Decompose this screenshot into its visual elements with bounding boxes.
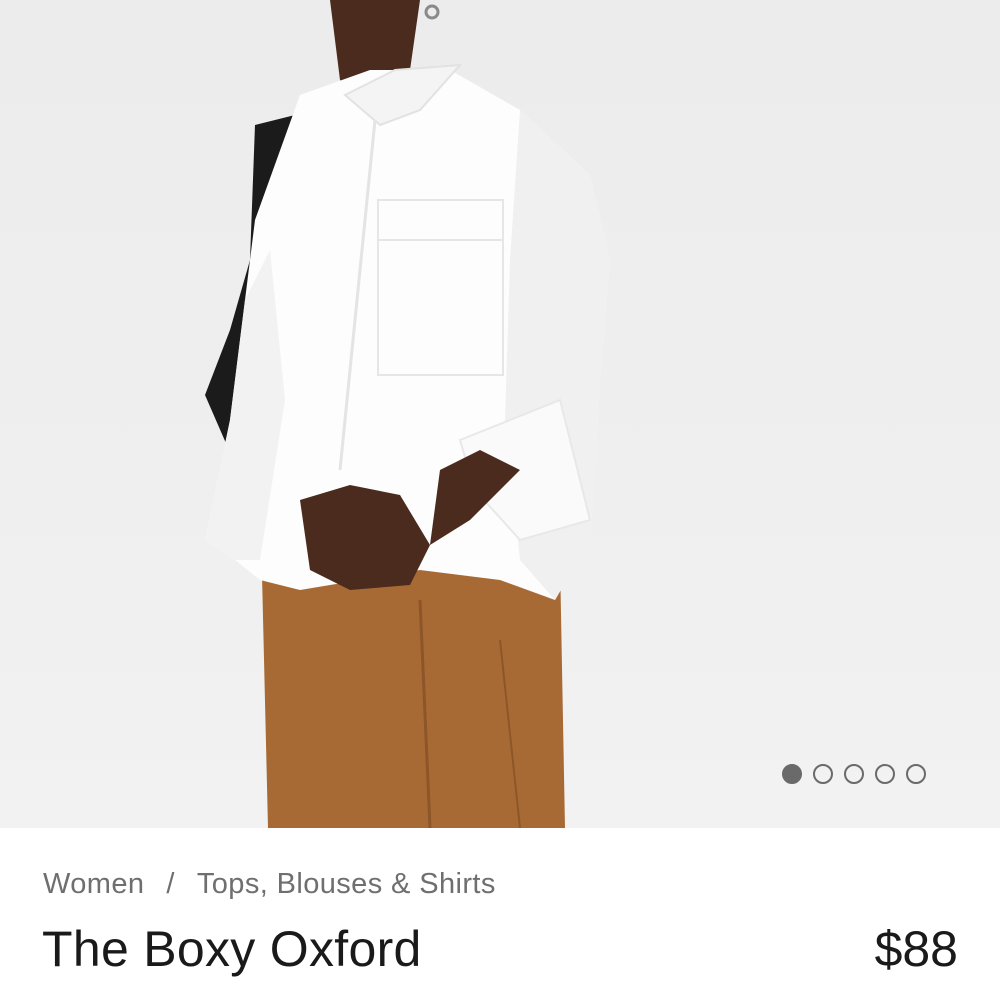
carousel-dot-3[interactable] xyxy=(844,764,864,784)
product-info: Women / Tops, Blouses & Shirts The Boxy Ox… xyxy=(0,828,1000,1000)
breadcrumb-separator: / xyxy=(166,868,175,900)
product-price: $88 xyxy=(874,921,958,977)
breadcrumb-tops-link[interactable]: Tops, Blouses & Shirts xyxy=(197,868,496,900)
carousel-dot-1[interactable] xyxy=(782,764,802,784)
carousel-dot-2[interactable] xyxy=(813,764,833,784)
breadcrumb: Women / Tops, Blouses & Shirts xyxy=(43,868,496,901)
breadcrumb-women-link[interactable]: Women xyxy=(43,868,144,900)
carousel-dot-4[interactable] xyxy=(875,764,895,784)
product-page: Women / Tops, Blouses & Shirts The Boxy Ox… xyxy=(0,0,1000,1000)
image-carousel-dots xyxy=(782,764,926,784)
product-image[interactable] xyxy=(0,0,1000,828)
carousel-dot-5[interactable] xyxy=(906,764,926,784)
product-title: The Boxy Oxford xyxy=(42,921,422,977)
product-photo xyxy=(205,0,610,828)
